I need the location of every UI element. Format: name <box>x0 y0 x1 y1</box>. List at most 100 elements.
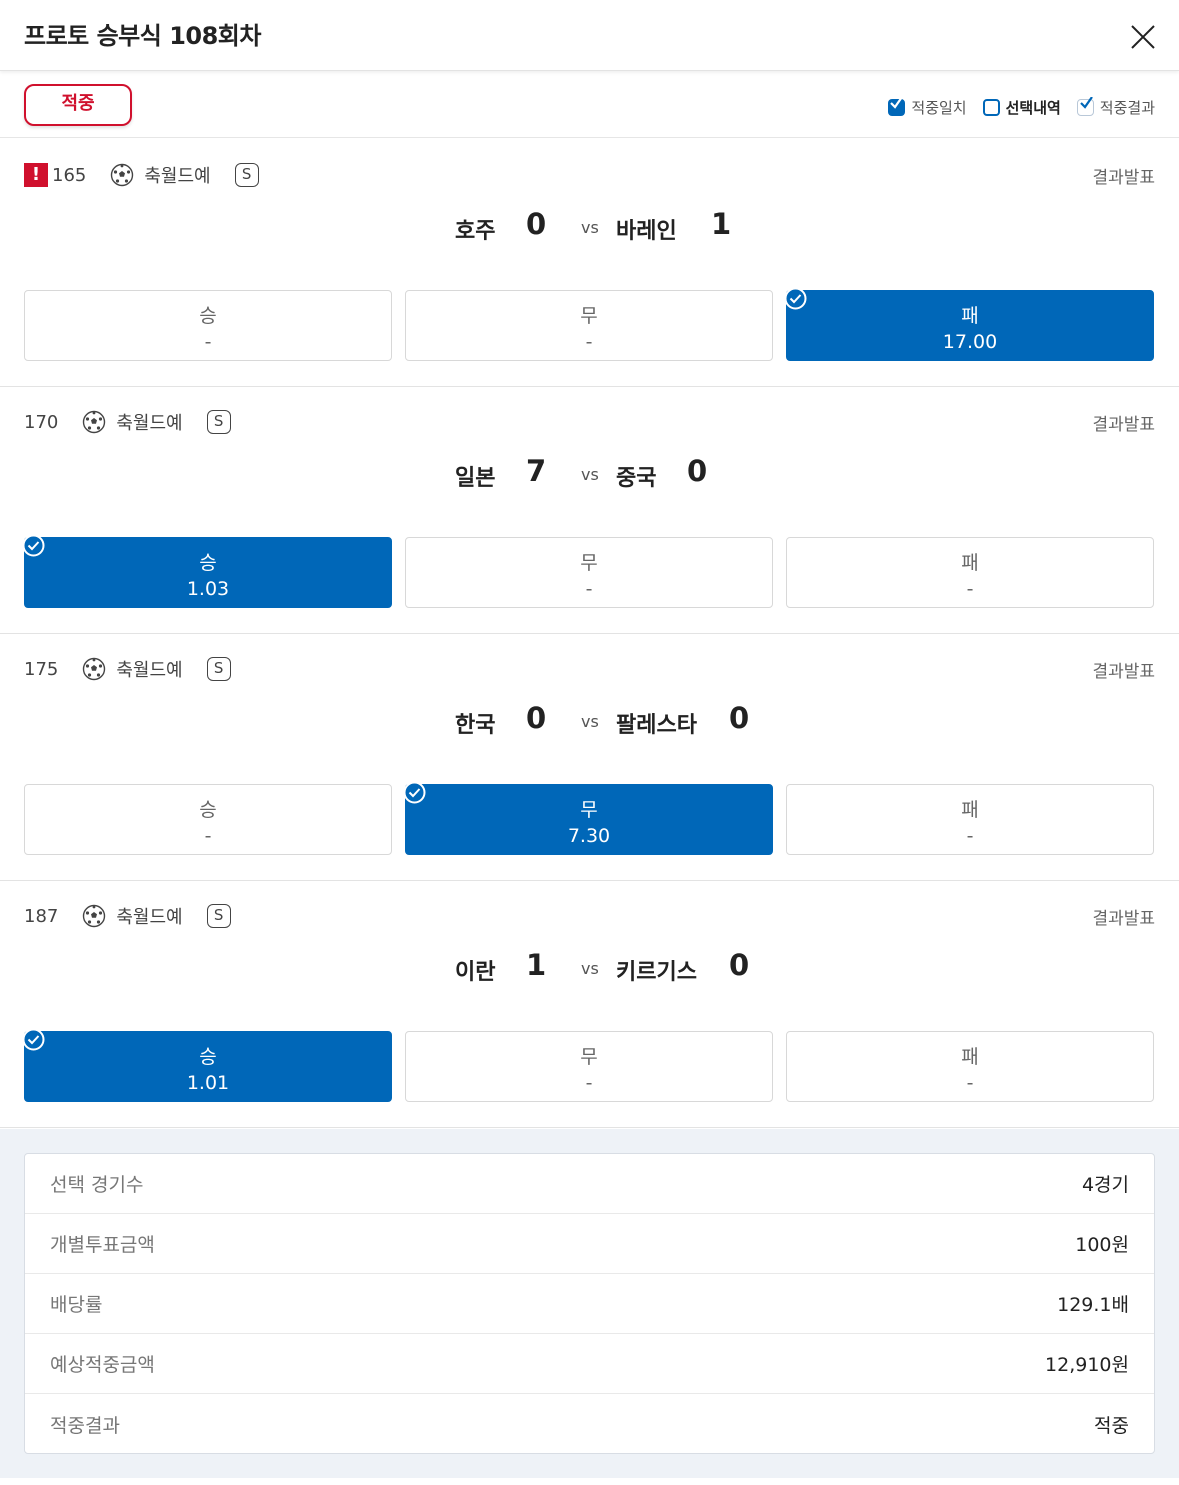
odds-button[interactable]: 무- <box>405 290 773 361</box>
match-number: 170 <box>24 411 59 433</box>
vs-label: vs <box>581 218 599 237</box>
popup-header: 프로토 승부식 108회차 <box>0 0 1179 71</box>
odds-value: 17.00 <box>942 331 998 353</box>
page-title: 프로토 승부식 108회차 <box>24 22 261 50</box>
result-status: 결과발표 <box>1092 909 1155 929</box>
odds-label: 승 <box>199 305 217 327</box>
vs-label: vs <box>581 959 599 978</box>
result-status: 결과발표 <box>1092 415 1155 435</box>
match-meta: ! 165 축월드예 S <box>24 161 259 189</box>
odds-value: 1.03 <box>186 578 230 600</box>
league-name: 축월드예 <box>116 660 183 681</box>
odds-value: - <box>204 331 212 353</box>
odds-label: 패 <box>961 552 979 574</box>
summary-row: 배당률 129.1배 <box>25 1274 1154 1334</box>
s-badge-icon: S <box>206 657 231 681</box>
result-status: 결과발표 <box>1092 662 1155 682</box>
home-score: 0 <box>526 701 547 735</box>
score-row: 한국 0 vs 팔레스타 0 <box>0 699 1179 739</box>
odds-value: - <box>966 1072 974 1094</box>
odds-button[interactable]: 무- <box>405 1031 773 1102</box>
odds-button[interactable]: 승- <box>24 290 392 361</box>
league-name: 축월드예 <box>116 413 183 434</box>
match-card: ! 165 축월드예 S 결과발표 호주 0 vs 바레인 1 승 - 무 - 패 17.00 <box>0 139 1179 387</box>
odds-value: - <box>585 578 593 600</box>
home-score: 7 <box>526 454 547 488</box>
summary-section: 선택 경기수 4경기 개별투표금액 100원 배당률 129.1배 예상적중금액… <box>0 1129 1179 1478</box>
summary-value: 12,910원 <box>1045 1354 1129 1376</box>
summary-value: 4경기 <box>1081 1174 1129 1196</box>
soccer-ball-icon <box>111 163 134 187</box>
score-row: 이란 1 vs 키르기스 0 <box>0 946 1179 986</box>
legend: 적중일치 선택내역 적중결과 <box>888 96 1155 118</box>
odds-button[interactable]: 패- <box>786 784 1154 855</box>
odds-value: - <box>585 1072 593 1094</box>
odds-value: 1.01 <box>186 1072 230 1094</box>
match-card: 187 축월드예 S 결과발표 이란 1 vs 키르기스 0 승 1.01 무 - 패 - <box>0 880 1179 1128</box>
odds-button[interactable]: 무 7.30 <box>403 781 773 855</box>
match-card: 175 축월드예 S 결과발표 한국 0 vs 팔레스타 0 승 - 무 7.30 패 - <box>0 633 1179 881</box>
odds-button[interactable]: 패- <box>786 1031 1154 1102</box>
legend-label: 적중일치 <box>911 99 967 117</box>
score-row: 호주 0 vs 바레인 1 <box>0 205 1179 245</box>
league-name: 축월드예 <box>116 907 183 928</box>
s-badge-icon: S <box>206 410 231 434</box>
match-meta: 170 축월드예 S <box>24 408 231 436</box>
s-badge-icon: S <box>234 163 259 187</box>
score-row: 일본 7 vs 중국 0 <box>0 452 1179 492</box>
odds-value: - <box>966 825 974 847</box>
summary-value: 100원 <box>1075 1234 1129 1256</box>
home-team: 한국 <box>455 713 496 738</box>
odds-button[interactable]: 승 1.01 <box>22 1028 392 1102</box>
summary-row: 선택 경기수 4경기 <box>25 1154 1154 1214</box>
odds-value: 7.30 <box>567 825 611 847</box>
odds-label: 승 <box>199 552 217 574</box>
summary-value: 129.1배 <box>1057 1294 1129 1316</box>
odds-label: 무 <box>580 305 598 327</box>
odds-button[interactable]: 패- <box>786 537 1154 608</box>
odds-button[interactable]: 무- <box>405 537 773 608</box>
odds-label: 무 <box>580 1046 598 1068</box>
match-meta: 175 축월드예 S <box>24 655 231 683</box>
close-icon[interactable] <box>1124 18 1162 56</box>
summary-row: 적중결과 적중 <box>25 1394 1154 1454</box>
summary-table: 선택 경기수 4경기 개별투표금액 100원 배당률 129.1배 예상적중금액… <box>24 1153 1155 1454</box>
legend-hit-match[interactable]: 적중일치 <box>888 96 967 118</box>
league-name: 축월드예 <box>144 166 211 187</box>
home-score: 0 <box>526 207 547 241</box>
away-team: 키르기스 <box>616 960 697 985</box>
match-number: 175 <box>24 658 59 680</box>
hit-result-button[interactable]: 적중 <box>24 84 132 126</box>
soccer-ball-icon <box>83 904 106 928</box>
odds-button[interactable]: 패 17.00 <box>784 287 1154 361</box>
summary-row: 예상적중금액 12,910원 <box>25 1334 1154 1394</box>
home-team: 호주 <box>455 219 496 244</box>
vs-label: vs <box>581 712 599 731</box>
odds-label: 무 <box>580 552 598 574</box>
home-score: 1 <box>526 948 547 982</box>
away-score: 0 <box>729 701 750 735</box>
legend-hit-result[interactable]: 적중결과 <box>1076 97 1155 118</box>
square-icon <box>982 99 1000 116</box>
summary-key: 예상적중금액 <box>50 1354 155 1376</box>
odds-label: 패 <box>961 305 979 327</box>
soccer-ball-icon <box>83 410 106 434</box>
odds-label: 무 <box>580 799 598 821</box>
check-circle-icon <box>22 1028 45 1051</box>
odds-button[interactable]: 승- <box>24 784 392 855</box>
away-score: 0 <box>729 948 750 982</box>
summary-row: 개별투표금액 100원 <box>25 1214 1154 1274</box>
s-badge-icon: S <box>206 904 231 928</box>
home-team: 이란 <box>455 960 496 985</box>
match-number: 165 <box>52 164 87 186</box>
summary-key: 개별투표금액 <box>50 1234 155 1256</box>
legend-selection[interactable]: 선택내역 <box>982 97 1061 118</box>
odds-label: 승 <box>199 1046 217 1068</box>
summary-key: 선택 경기수 <box>50 1174 144 1196</box>
odds-value: - <box>585 331 593 353</box>
odds-value: - <box>204 825 212 847</box>
odds-label: 승 <box>199 799 217 821</box>
check-circle-icon <box>784 287 807 310</box>
odds-button[interactable]: 승 1.03 <box>22 534 392 608</box>
odds-label: 패 <box>961 799 979 821</box>
